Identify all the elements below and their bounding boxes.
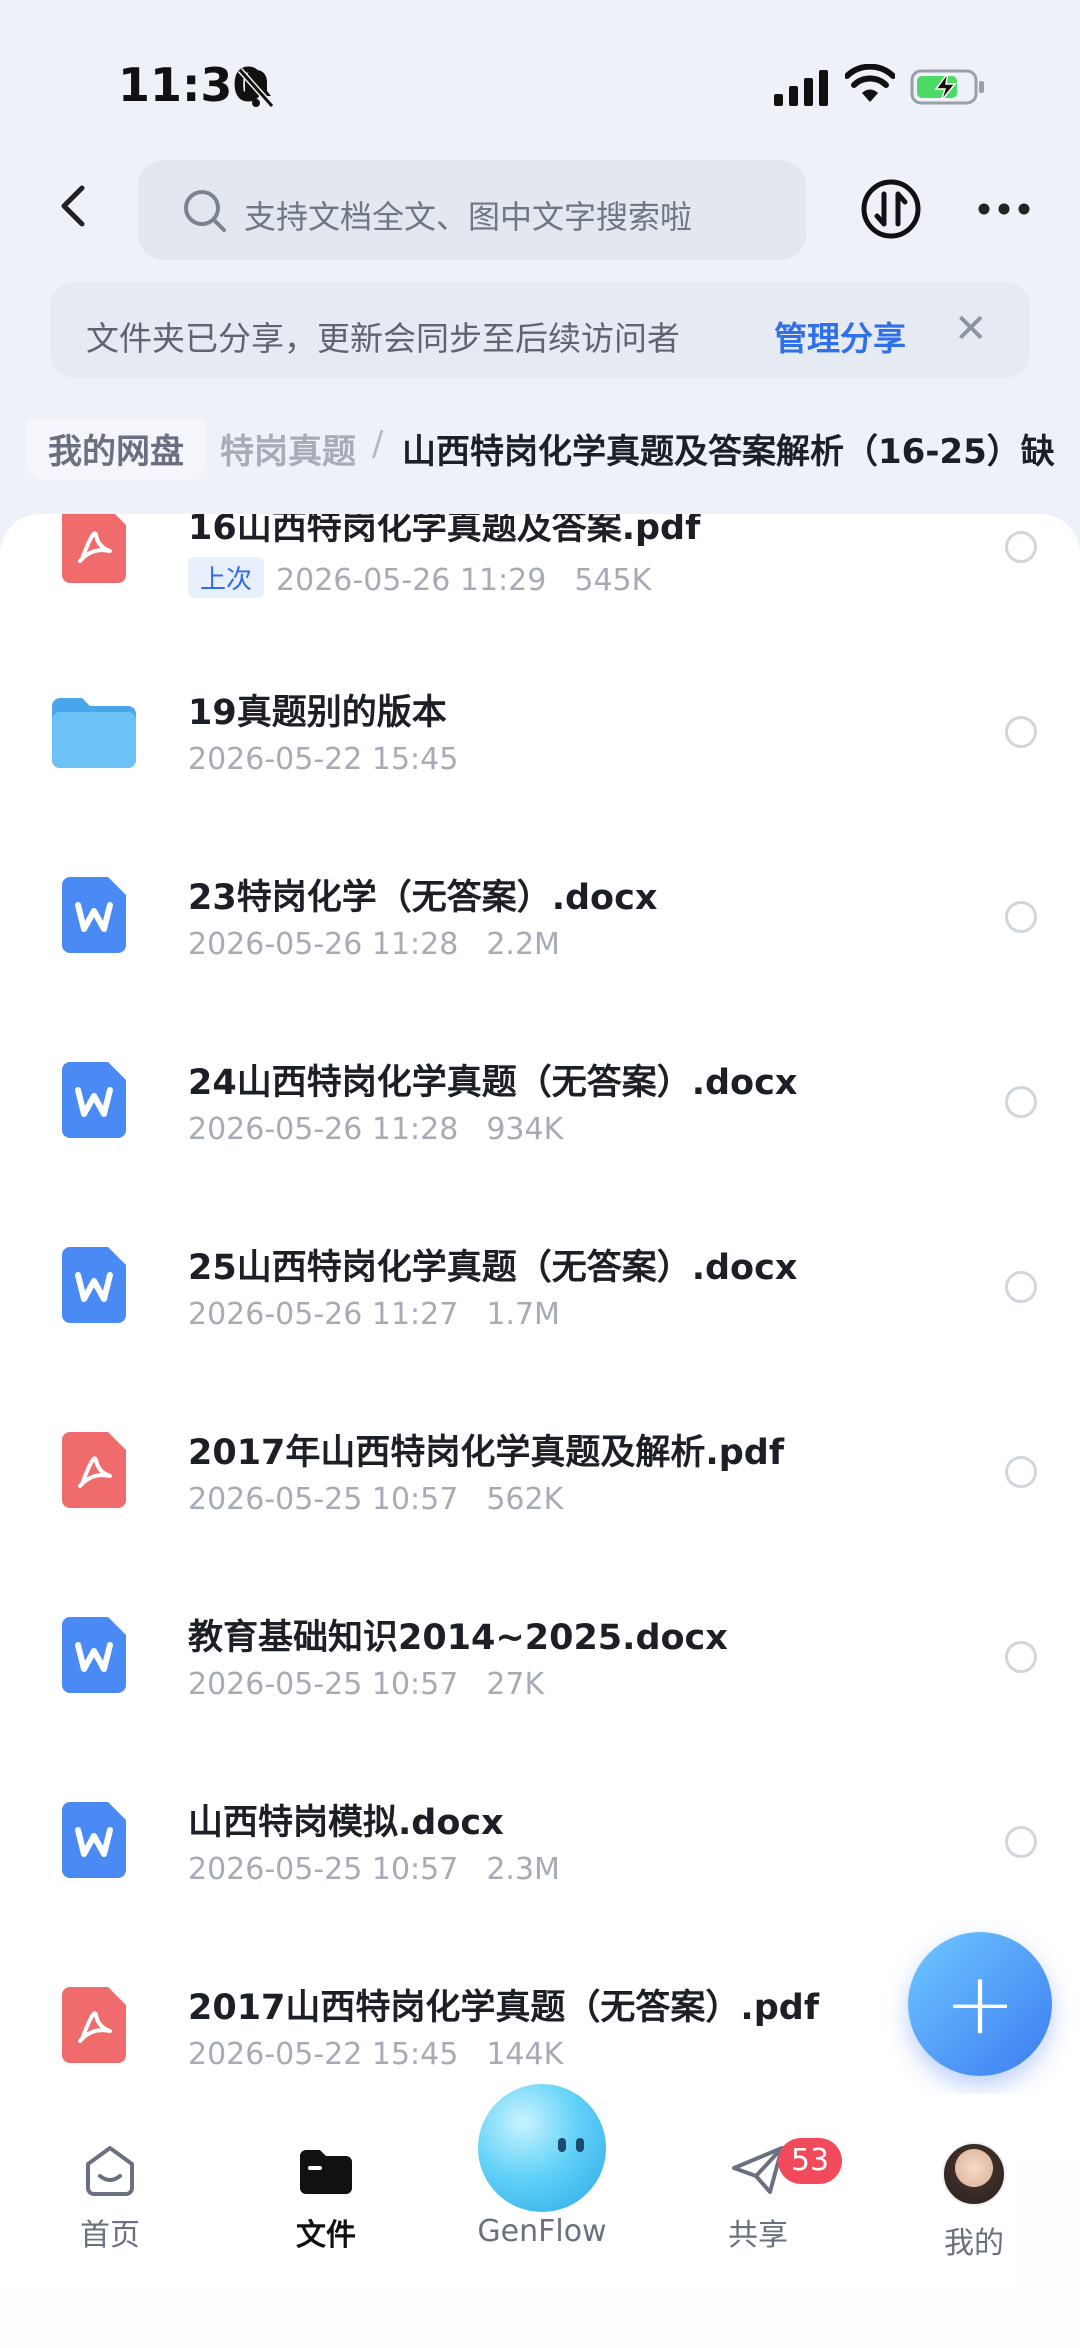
folder-icon [52,696,136,772]
mute-bell-icon [237,68,275,108]
breadcrumb-separator: / [372,424,384,464]
word-file-icon [62,1802,126,1882]
file-date: 2026-05-26 11:29 [276,563,547,598]
file-row[interactable]: 教育基础知识2014~2025.docx 2026-05-25 10:57 27K [0,1569,1080,1754]
home-face-icon [86,2146,134,2196]
file-size: 562K [486,1482,564,1517]
tab-mine[interactable]: 我的 [894,2142,1054,2262]
select-radio[interactable] [1005,1271,1037,1303]
tab-mine-label: 我的 [944,2226,1004,2261]
back-arrow-icon[interactable] [58,184,86,228]
file-size: 2.3M [486,1852,560,1887]
file-name: 山西特岗模拟.docx [188,1803,504,1843]
tab-genflow-label: GenFlow [477,2214,607,2249]
manage-share-link[interactable]: 管理分享 [774,312,906,360]
file-date: 2026-05-22 15:45 [188,742,459,777]
file-size: 545K [574,563,652,598]
file-row[interactable]: 山西特岗模拟.docx 2026-05-25 10:57 2.3M [0,1754,1080,1939]
file-row[interactable]: 25山西特岗化学真题（无答案）.docx 2026-05-26 11:27 1.7M [0,1199,1080,1384]
file-name: 教育基础知识2014~2025.docx [188,1618,728,1658]
file-meta: 2026-05-25 10:57 2.3M [188,1852,560,1887]
close-banner-button[interactable]: ✕ [954,306,988,352]
pdf-file-icon [62,1432,126,1512]
file-date: 2026-05-26 11:27 [188,1297,459,1332]
file-meta: 2026-05-26 11:27 1.7M [188,1297,560,1332]
select-radio[interactable] [1005,1456,1037,1488]
tab-files[interactable]: 文件 [246,2142,406,2254]
select-radio[interactable] [1005,1086,1037,1118]
file-meta: 2026-05-22 15:45 [188,742,458,777]
file-name: 24山西特岗化学真题（无答案）.docx [188,1063,798,1103]
pdf-file-icon [62,514,126,587]
tab-home[interactable]: 首页 [30,2142,190,2254]
file-date: 2026-05-25 10:57 [188,1667,459,1702]
search-placeholder: 支持文档全文、图中文字搜索啦 [244,198,693,236]
file-size: 144K [486,2037,564,2072]
search-input[interactable]: 支持文档全文、图中文字搜索啦 [138,160,806,260]
word-file-icon [62,877,126,957]
search-icon [184,190,226,232]
share-notice-banner: 文件夹已分享，更新会同步至后续访问者 管理分享 ✕ [50,282,1030,378]
pdf-file-icon [62,1987,126,2067]
file-date: 2026-05-22 15:45 [188,2037,459,2072]
file-date: 2026-05-25 10:57 [188,1852,459,1887]
cellular-signal-icon [774,70,828,106]
file-meta: 2026-05-26 11:28 2.2M [188,927,560,962]
file-row[interactable]: 19真题别的版本 2026-05-22 15:45 [0,644,1080,829]
file-date: 2026-05-25 10:57 [188,1482,459,1517]
word-file-icon [62,1617,126,1697]
breadcrumb-parent[interactable]: 特岗真题 [220,424,356,473]
file-meta: 2026-05-25 10:57 27K [188,1667,544,1702]
folder-filled-icon [300,2150,352,2194]
file-list: 16山西特岗化学真题及答案.pdf 上次 2026-05-26 11:29 545K 1… [0,514,1080,2114]
select-radio[interactable] [1005,901,1037,933]
more-options-icon[interactable] [978,202,1030,216]
file-meta: 2026-05-25 10:57 562K [188,1482,563,1517]
plus-icon: + [943,1954,1017,2054]
file-name: 19真题别的版本 [188,693,447,733]
file-size: 1.7M [486,1297,560,1332]
transfer-sort-icon[interactable] [860,178,922,240]
file-row[interactable]: 16山西特岗化学真题及答案.pdf 上次 2026-05-26 11:29 545K [0,514,1080,644]
file-name: 2017山西特岗化学真题（无答案）.pdf [188,1988,820,2028]
battery-charging-icon [910,69,984,105]
file-meta: 上次 2026-05-26 11:29 545K [188,557,651,598]
add-file-button[interactable]: + [908,1932,1052,2076]
bottom-tab-bar: 首页 文件 GenFlow 共享 53 我的 [0,2084,1080,2348]
tab-share-label: 共享 [728,2218,788,2253]
word-file-icon [62,1062,126,1142]
tab-home-label: 首页 [80,2218,140,2253]
file-name: 25山西特岗化学真题（无答案）.docx [188,1248,798,1288]
breadcrumb-current-folder: 山西特岗化学真题及答案解析（16-25）缺 [402,432,1055,472]
file-row[interactable]: 2017年山西特岗化学真题及解析.pdf 2026-05-25 10:57 562K [0,1384,1080,1569]
file-size: 27K [486,1667,545,1702]
file-date: 2026-05-26 11:28 [188,927,459,962]
select-radio[interactable] [1005,1826,1037,1858]
share-count-badge: 53 [778,2138,842,2184]
file-name: 16山西特岗化学真题及答案.pdf [188,514,701,548]
file-name: 23特岗化学（无答案）.docx [188,878,658,918]
last-opened-tag: 上次 [188,557,265,598]
select-radio[interactable] [1005,1641,1037,1673]
status-bar: 11:30 [0,0,1080,150]
wifi-icon [845,64,895,102]
select-radio[interactable] [1005,716,1037,748]
file-row[interactable]: 23特岗化学（无答案）.docx 2026-05-26 11:28 2.2M [0,829,1080,1014]
file-date: 2026-05-26 11:28 [188,1112,459,1147]
breadcrumb: 特岗真题 / 山西特岗化学真题及答案解析（16-25）缺 我的网盘 [0,420,1080,480]
file-meta: 2026-05-26 11:28 934K [188,1112,563,1147]
share-notice-text: 文件夹已分享，更新会同步至后续访问者 [86,319,680,358]
user-avatar [942,2142,1006,2206]
select-radio[interactable] [1005,531,1037,563]
file-size: 934K [486,1112,564,1147]
word-file-icon [62,1247,126,1327]
file-row[interactable]: 24山西特岗化学真题（无答案）.docx 2026-05-26 11:28 934K [0,1014,1080,1199]
file-name: 2017年山西特岗化学真题及解析.pdf [188,1433,785,1473]
file-size: 2.2M [486,927,560,962]
file-meta: 2026-05-22 15:45 144K [188,2037,563,2072]
tab-files-label: 文件 [296,2218,356,2253]
genflow-mascot-icon[interactable] [478,2084,606,2212]
breadcrumb-root[interactable]: 我的网盘 [26,420,206,480]
